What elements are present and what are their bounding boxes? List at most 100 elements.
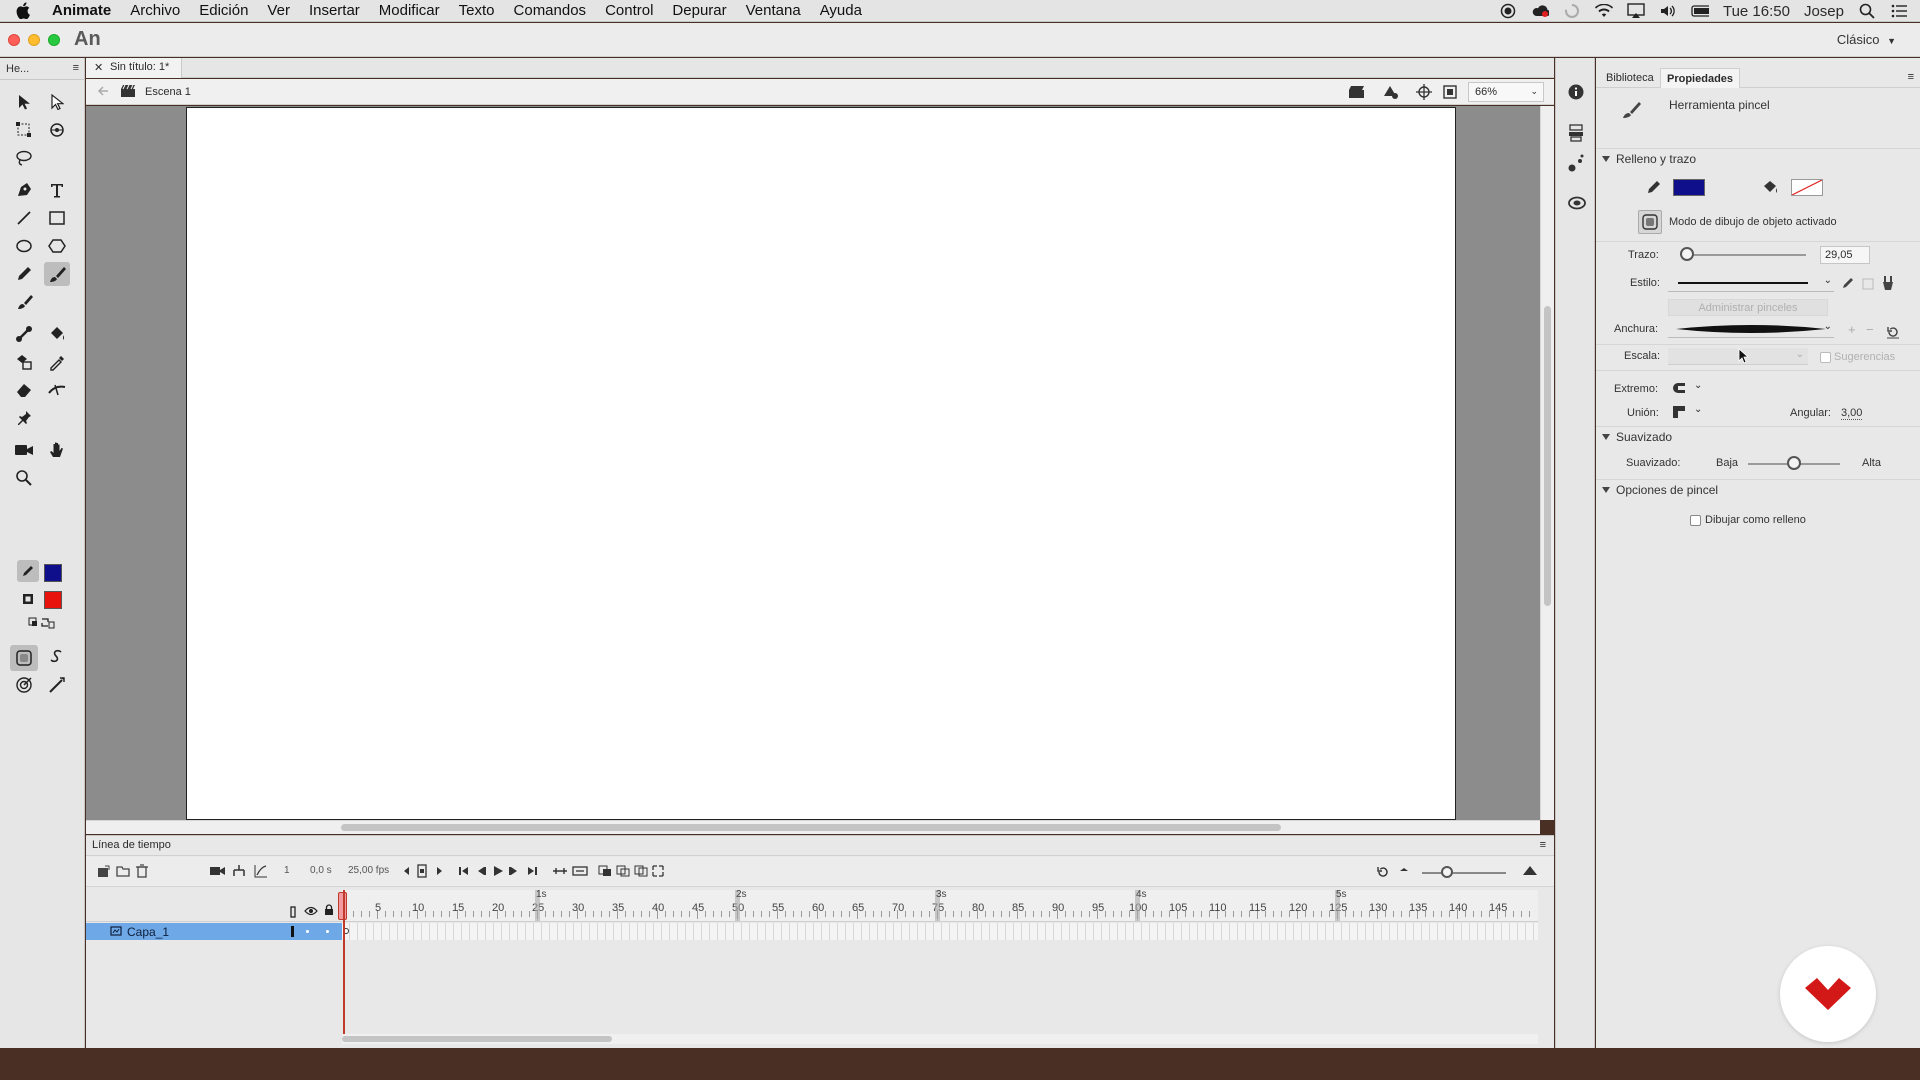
- next-frame-icon[interactable]: [508, 865, 520, 877]
- menu-insertar[interactable]: Insertar: [309, 2, 360, 19]
- edit-multiple-frames-icon[interactable]: [634, 865, 648, 877]
- zoom-out-icon[interactable]: [1398, 865, 1410, 877]
- eraser-tool-icon[interactable]: [11, 378, 37, 402]
- previous-frame-icon[interactable]: [475, 865, 487, 877]
- show-hide-all-icon[interactable]: [304, 906, 318, 916]
- clip-content-icon[interactable]: [1442, 84, 1458, 100]
- draw-as-fill-checkbox[interactable]: [1690, 515, 1701, 526]
- fill-color-picker[interactable]: [1791, 179, 1823, 196]
- section-fill-stroke[interactable]: Relleno y trazo: [1596, 148, 1920, 168]
- polystar-tool-icon[interactable]: [44, 234, 70, 258]
- cc-libraries-icon[interactable]: [1568, 196, 1586, 210]
- edit-symbol-icon[interactable]: [1382, 84, 1400, 100]
- onion-skin-icon[interactable]: [598, 865, 612, 877]
- style-select[interactable]: ⌄: [1668, 274, 1834, 292]
- menu-ayuda[interactable]: Ayuda: [820, 2, 862, 19]
- timeline-scroll-thumb[interactable]: [342, 1036, 612, 1042]
- frame-ruler[interactable]: 5101520253035404550556065707580859095100…: [342, 889, 1538, 922]
- free-transform-tool-icon[interactable]: [11, 118, 37, 142]
- scene-name[interactable]: Escena 1: [145, 86, 191, 98]
- zoom-select[interactable]: 66% ⌄: [1468, 82, 1544, 102]
- timeline-zoom-knob[interactable]: [1441, 866, 1453, 878]
- brush-library-icon[interactable]: [1881, 275, 1895, 291]
- lock-all-icon[interactable]: [324, 904, 334, 916]
- back-arrow-icon[interactable]: [96, 85, 110, 97]
- menu-archivo[interactable]: Archivo: [130, 2, 180, 19]
- width-tool-icon[interactable]: [44, 378, 70, 402]
- layer-frames[interactable]: [342, 923, 1538, 940]
- timeline-zoom-slider[interactable]: [1422, 872, 1506, 874]
- horizontal-scroll-thumb[interactable]: [341, 824, 1281, 831]
- menu-control[interactable]: Control: [605, 2, 653, 19]
- menu-texto[interactable]: Texto: [459, 2, 495, 19]
- close-icon[interactable]: ✕: [94, 61, 103, 74]
- stroke-color-swatch[interactable]: [44, 564, 62, 582]
- spotlight-search-icon[interactable]: [1858, 2, 1876, 20]
- visibility-dot-icon[interactable]: [306, 930, 309, 933]
- oval-tool-icon[interactable]: [11, 234, 37, 258]
- stroke-value-input[interactable]: 29,05: [1820, 246, 1870, 264]
- pressure-icon[interactable]: [11, 673, 37, 697]
- motion-presets-icon[interactable]: [1568, 154, 1584, 172]
- edit-scene-icon[interactable]: [1348, 84, 1366, 100]
- edit-style-pencil-icon[interactable]: [1841, 276, 1855, 290]
- line-tool-icon[interactable]: [11, 206, 37, 230]
- width-profile-select[interactable]: ⌄: [1668, 320, 1834, 338]
- vertical-scrollbar[interactable]: [1540, 106, 1554, 820]
- step-forward-icon[interactable]: [434, 865, 444, 877]
- lock-dot-icon[interactable]: [326, 930, 329, 933]
- timeline-scrollbar[interactable]: [342, 1034, 1538, 1044]
- delete-layer-icon[interactable]: [136, 864, 148, 878]
- draw-as-fill-label[interactable]: Dibujar como relleno: [1705, 514, 1806, 526]
- align-icon[interactable]: [1568, 124, 1584, 142]
- menu-modificar[interactable]: Modificar: [379, 2, 440, 19]
- ink-bottle-tool-icon[interactable]: [11, 350, 37, 374]
- pin-tool-icon[interactable]: [11, 406, 37, 430]
- text-tool-icon[interactable]: [44, 178, 70, 202]
- layer-depth-icon[interactable]: [232, 864, 246, 878]
- volume-icon[interactable]: [1659, 2, 1677, 20]
- fill-color-icon[interactable]: [17, 588, 39, 610]
- tab-library[interactable]: Biblioteca: [1600, 68, 1660, 88]
- reset-zoom-icon[interactable]: [1376, 865, 1390, 879]
- center-stage-icon[interactable]: [1416, 84, 1432, 100]
- graph-icon[interactable]: [254, 864, 268, 878]
- angular-value[interactable]: 3,00: [1841, 407, 1863, 420]
- rectangle-tool-icon[interactable]: [44, 206, 70, 230]
- eyedropper-tool-icon[interactable]: [44, 350, 70, 374]
- section-brush-options[interactable]: Opciones de pincel: [1596, 479, 1920, 499]
- reset-width-icon[interactable]: [1886, 325, 1900, 339]
- collapse-triangle-icon[interactable]: [1602, 487, 1610, 493]
- stroke-color-pencil-icon[interactable]: [17, 560, 39, 582]
- user-name[interactable]: Josep: [1804, 3, 1844, 20]
- lasso-tool-icon[interactable]: [11, 146, 37, 170]
- airplay-icon[interactable]: [1627, 2, 1645, 20]
- new-layer-icon[interactable]: [96, 865, 110, 879]
- loop-icon[interactable]: [552, 865, 568, 877]
- selection-tool-icon[interactable]: [11, 90, 37, 114]
- panel-menu-icon[interactable]: ≡: [73, 62, 79, 74]
- object-drawing-mode-icon[interactable]: [10, 645, 38, 671]
- horizontal-scrollbar[interactable]: [86, 820, 1540, 834]
- paint-bucket-tool-icon[interactable]: [44, 322, 70, 346]
- swap-colors-icon[interactable]: [24, 614, 58, 632]
- stroke-color-picker[interactable]: [1673, 179, 1705, 196]
- play-icon[interactable]: [492, 865, 504, 877]
- range-icon[interactable]: [572, 865, 588, 877]
- stroke-slider[interactable]: [1681, 254, 1806, 256]
- go-to-last-frame-icon[interactable]: [526, 865, 538, 877]
- collapse-triangle-icon[interactable]: [1602, 156, 1610, 162]
- go-to-first-frame-icon[interactable]: [458, 865, 470, 877]
- new-folder-icon[interactable]: [116, 865, 130, 877]
- paint-brush-tool-icon[interactable]: [44, 262, 70, 286]
- apple-menu-icon[interactable]: [16, 2, 38, 19]
- frame-rate[interactable]: 25,00 fps: [348, 865, 389, 876]
- manage-brushes-button[interactable]: Administrar pinceles: [1668, 299, 1828, 316]
- subselection-tool-icon[interactable]: [44, 90, 70, 114]
- menu-ver[interactable]: Ver: [267, 2, 290, 19]
- current-frame[interactable]: 1: [284, 865, 290, 876]
- panel-menu-icon[interactable]: ≡: [1908, 71, 1914, 83]
- window-zoom-button[interactable]: [48, 34, 60, 46]
- notification-center-icon[interactable]: [1890, 2, 1908, 20]
- 3d-rotation-tool-icon[interactable]: [44, 118, 70, 142]
